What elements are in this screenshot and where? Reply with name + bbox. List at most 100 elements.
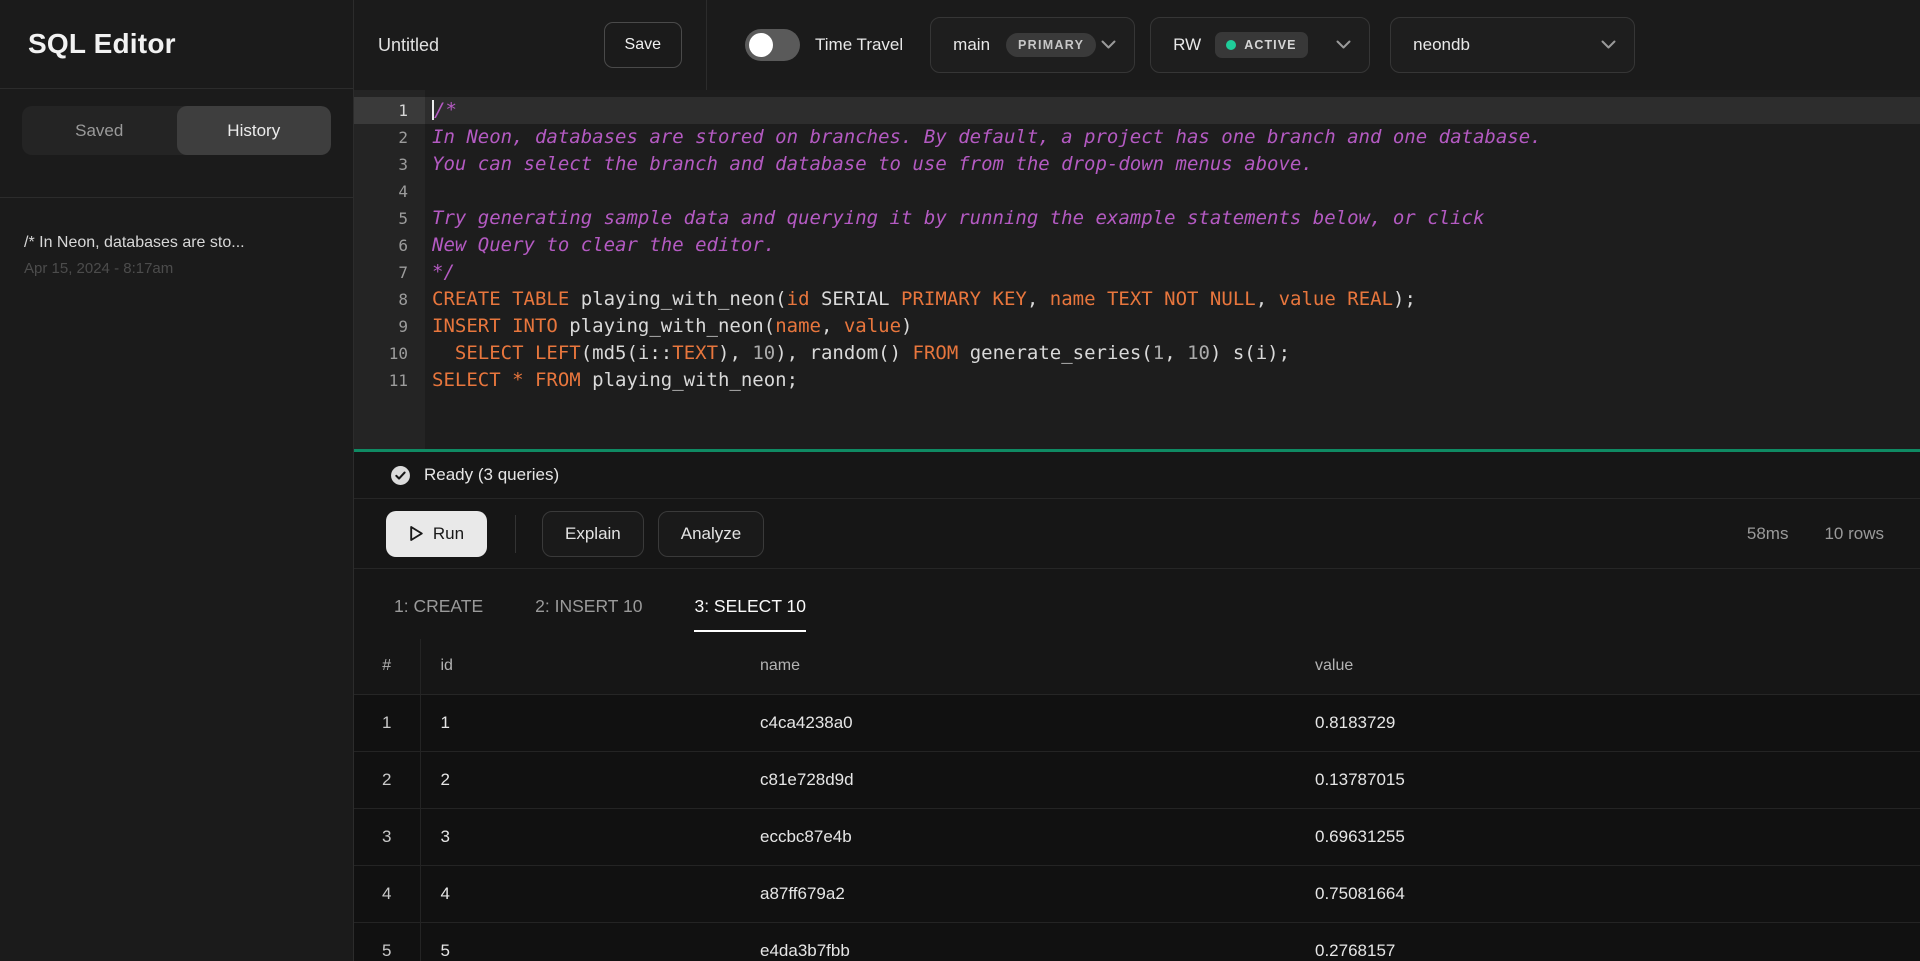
table-row: 44a87ff679a20.75081664 bbox=[354, 865, 1920, 922]
line-number: 3 bbox=[354, 151, 425, 178]
time-travel-group: Time Travel bbox=[745, 29, 903, 61]
code-text: SELECT * FROM playing_with_neon; bbox=[425, 367, 798, 394]
history-item[interactable]: /* In Neon, databases are sto... Apr 15, … bbox=[0, 198, 353, 277]
line-number: 10 bbox=[354, 340, 425, 367]
code-text: */ bbox=[425, 259, 455, 286]
branch-name: main bbox=[953, 35, 990, 55]
sidebar: SQL Editor Saved History /* In Neon, dat… bbox=[0, 0, 354, 961]
button-divider bbox=[515, 515, 516, 553]
active-status-badge: ACTIVE bbox=[1215, 32, 1307, 58]
saved-history-switcher: Saved History bbox=[0, 89, 353, 198]
code-text: SELECT LEFT(md5(i::TEXT), 10), random() … bbox=[425, 340, 1290, 367]
editor-line[interactable]: 9INSERT INTO playing_with_neon(name, val… bbox=[354, 313, 1920, 340]
tab-saved[interactable]: Saved bbox=[22, 106, 177, 155]
table-cell: 2 bbox=[420, 751, 740, 808]
result-tab[interactable]: 3: SELECT 10 bbox=[694, 596, 806, 639]
sql-editor-app: SQL Editor Saved History /* In Neon, dat… bbox=[0, 0, 1920, 961]
run-label: Run bbox=[433, 524, 464, 544]
toggle-knob bbox=[749, 33, 773, 57]
editor-line[interactable]: 7*/ bbox=[354, 259, 1920, 286]
status-row: Ready (3 queries) bbox=[354, 452, 1920, 499]
editor-line[interactable]: 6New Query to clear the editor. bbox=[354, 232, 1920, 259]
column-header: value bbox=[1295, 639, 1920, 694]
code-text: You can select the branch and database t… bbox=[425, 151, 1313, 178]
chevron-down-icon bbox=[1336, 40, 1351, 50]
table-cell: 0.2768157 bbox=[1295, 922, 1920, 961]
history-list: /* In Neon, databases are sto... Apr 15, … bbox=[0, 198, 353, 277]
segmented-control: Saved History bbox=[22, 106, 331, 155]
editor-line[interactable]: 8CREATE TABLE playing_with_neon(id SERIA… bbox=[354, 286, 1920, 313]
code-lines: 1/*2In Neon, databases are stored on bra… bbox=[354, 97, 1920, 394]
analyze-button[interactable]: Analyze bbox=[658, 511, 764, 557]
editor-line[interactable]: 2In Neon, databases are stored on branch… bbox=[354, 124, 1920, 151]
run-button[interactable]: Run bbox=[386, 511, 487, 557]
time-travel-toggle[interactable] bbox=[745, 29, 800, 61]
table-header-row: #idnamevalue bbox=[354, 639, 1920, 694]
history-item-title: /* In Neon, databases are sto... bbox=[24, 234, 327, 252]
chevron-down-icon bbox=[1101, 40, 1116, 50]
editor-line[interactable]: 4 bbox=[354, 178, 1920, 205]
table-cell: 0.69631255 bbox=[1295, 808, 1920, 865]
editor-line[interactable]: 1/* bbox=[354, 97, 1920, 124]
line-number: 2 bbox=[354, 124, 425, 151]
code-text: /* bbox=[425, 97, 457, 124]
primary-badge: PRIMARY bbox=[1006, 33, 1096, 57]
page-title: SQL Editor bbox=[28, 28, 176, 60]
sidebar-header: SQL Editor bbox=[0, 0, 353, 89]
line-number: 6 bbox=[354, 232, 425, 259]
results-table-wrap: #idnamevalue 11c4ca4238a00.818372922c81e… bbox=[354, 639, 1920, 961]
table-row: 22c81e728d9d0.13787015 bbox=[354, 751, 1920, 808]
table-body: 11c4ca4238a00.818372922c81e728d9d0.13787… bbox=[354, 694, 1920, 961]
database-dropdown[interactable]: neondb bbox=[1390, 17, 1635, 73]
branch-dropdown[interactable]: main PRIMARY bbox=[930, 17, 1135, 73]
history-item-date: Apr 15, 2024 - 8:17am bbox=[24, 260, 327, 277]
table-cell: 1 bbox=[420, 694, 740, 751]
code-text: INSERT INTO playing_with_neon(name, valu… bbox=[425, 313, 913, 340]
table-cell: e4da3b7fbb bbox=[740, 922, 1295, 961]
sql-code-editor[interactable]: 1/*2In Neon, databases are stored on bra… bbox=[354, 90, 1920, 449]
result-tab[interactable]: 1: CREATE bbox=[394, 596, 483, 639]
result-tabs: 1: CREATE 2: INSERT 10 3: SELECT 10 bbox=[354, 569, 1920, 639]
status-text: Ready (3 queries) bbox=[424, 465, 559, 485]
compute-mode: RW bbox=[1173, 35, 1201, 55]
code-text bbox=[425, 178, 432, 205]
table-cell: 4 bbox=[420, 865, 740, 922]
line-number: 9 bbox=[354, 313, 425, 340]
query-row-count: 10 rows bbox=[1824, 524, 1884, 544]
editor-line[interactable]: 11SELECT * FROM playing_with_neon; bbox=[354, 367, 1920, 394]
table-cell: 0.75081664 bbox=[1295, 865, 1920, 922]
editor-line[interactable]: 5Try generating sample data and querying… bbox=[354, 205, 1920, 232]
editor-line[interactable]: 3You can select the branch and database … bbox=[354, 151, 1920, 178]
time-travel-label: Time Travel bbox=[815, 35, 903, 55]
table-cell: 4 bbox=[354, 865, 420, 922]
column-header: # bbox=[354, 639, 420, 694]
table-row: 11c4ca4238a00.8183729 bbox=[354, 694, 1920, 751]
save-button[interactable]: Save bbox=[604, 22, 682, 68]
code-text: New Query to clear the editor. bbox=[425, 232, 775, 259]
line-number: 1 bbox=[354, 97, 425, 124]
table-cell: 5 bbox=[354, 922, 420, 961]
main-panel: Untitled Save Time Travel main PRIMARY R… bbox=[354, 0, 1920, 961]
query-metrics: 58ms 10 rows bbox=[1747, 524, 1884, 544]
table-cell: c4ca4238a0 bbox=[740, 694, 1295, 751]
code-text: CREATE TABLE playing_with_neon(id SERIAL… bbox=[425, 286, 1416, 313]
actions-row: Run Explain Analyze 58ms 10 rows bbox=[354, 499, 1920, 569]
play-icon bbox=[409, 525, 424, 542]
table-cell: 1 bbox=[354, 694, 420, 751]
line-number: 11 bbox=[354, 367, 425, 394]
explain-button[interactable]: Explain bbox=[542, 511, 644, 557]
compute-dropdown[interactable]: RW ACTIVE bbox=[1150, 17, 1370, 73]
table-row: 55e4da3b7fbb0.2768157 bbox=[354, 922, 1920, 961]
table-cell: 3 bbox=[420, 808, 740, 865]
line-number: 7 bbox=[354, 259, 425, 286]
line-number: 5 bbox=[354, 205, 425, 232]
editor-line[interactable]: 10 SELECT LEFT(md5(i::TEXT), 10), random… bbox=[354, 340, 1920, 367]
table-row: 33eccbc87e4b0.69631255 bbox=[354, 808, 1920, 865]
chevron-down-icon bbox=[1601, 40, 1616, 50]
tab-history[interactable]: History bbox=[177, 106, 332, 155]
query-header: Untitled Save bbox=[354, 0, 707, 90]
topbar: Untitled Save Time Travel main PRIMARY R… bbox=[354, 0, 1920, 90]
query-name: Untitled bbox=[378, 35, 439, 56]
query-duration: 58ms bbox=[1747, 524, 1789, 544]
result-tab[interactable]: 2: INSERT 10 bbox=[535, 596, 642, 639]
